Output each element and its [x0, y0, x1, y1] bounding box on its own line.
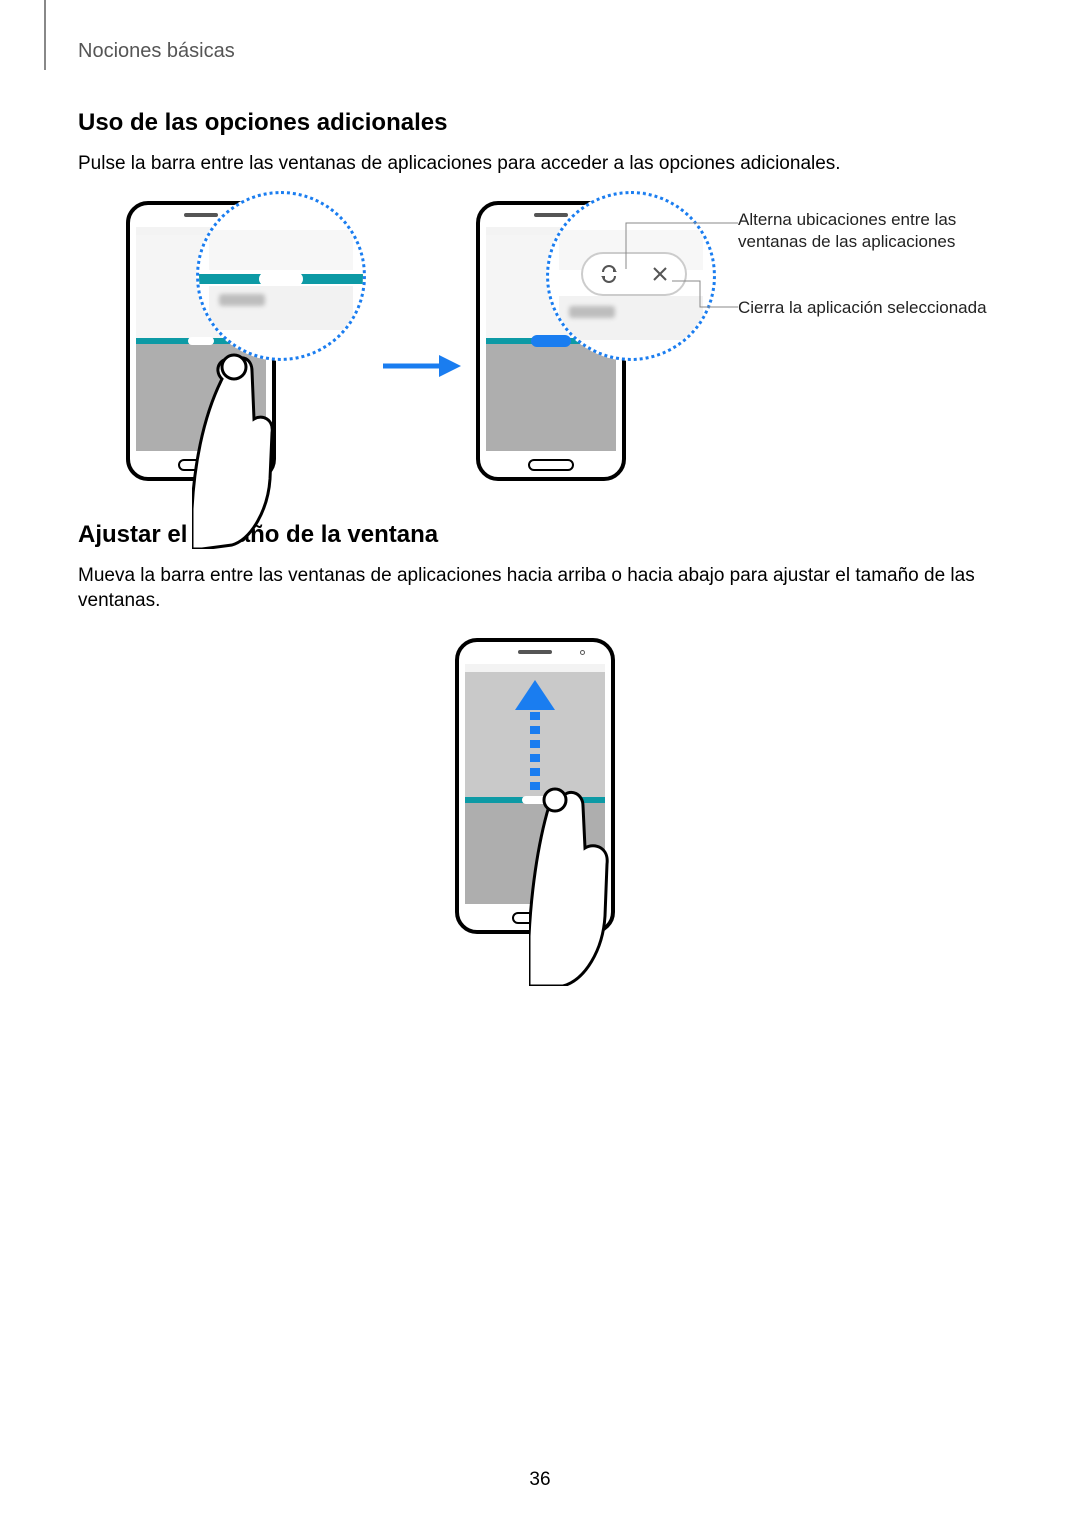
hand-drag-icon	[529, 786, 649, 986]
figure-multiwindow-options: Alterna ubicaciones entre las ventanas d…	[126, 201, 1002, 481]
hand-tap-icon	[192, 349, 302, 549]
callout-labels: Alterna ubicaciones entre las ventanas d…	[738, 209, 998, 363]
arrow-right-icon	[376, 351, 466, 381]
magnifier-zoom	[196, 191, 366, 361]
section-body-additional-options: Pulse la barra entre las ventanas de apl…	[78, 151, 1002, 177]
split-handle	[188, 337, 214, 345]
phone-speaker	[518, 650, 552, 654]
figure-resize-window	[78, 638, 1002, 934]
phone-before	[126, 201, 366, 481]
section-body-resize-window: Mueva la barra entre las ventanas de apl…	[78, 563, 1002, 614]
callout-leader-lines	[476, 201, 776, 361]
callout-swap-windows: Alterna ubicaciones entre las ventanas d…	[738, 209, 998, 253]
phone-home-button	[528, 459, 574, 471]
phone-resize	[455, 638, 625, 934]
phone-camera	[580, 650, 585, 655]
callout-close-app: Cierra la aplicación seleccionada	[738, 297, 998, 319]
section-heading-additional-options: Uso de las opciones adicionales	[78, 109, 1002, 137]
arrow-up-icon	[511, 680, 559, 800]
phone-speaker	[184, 213, 218, 217]
page-content: Nociones básicas Uso de las opciones adi…	[0, 0, 1080, 934]
phone-statusbar	[465, 664, 605, 672]
breadcrumb: Nociones básicas	[78, 40, 1002, 63]
phone-after	[476, 201, 716, 481]
page-number: 36	[0, 1469, 1080, 1491]
page-left-rule	[44, 0, 46, 70]
